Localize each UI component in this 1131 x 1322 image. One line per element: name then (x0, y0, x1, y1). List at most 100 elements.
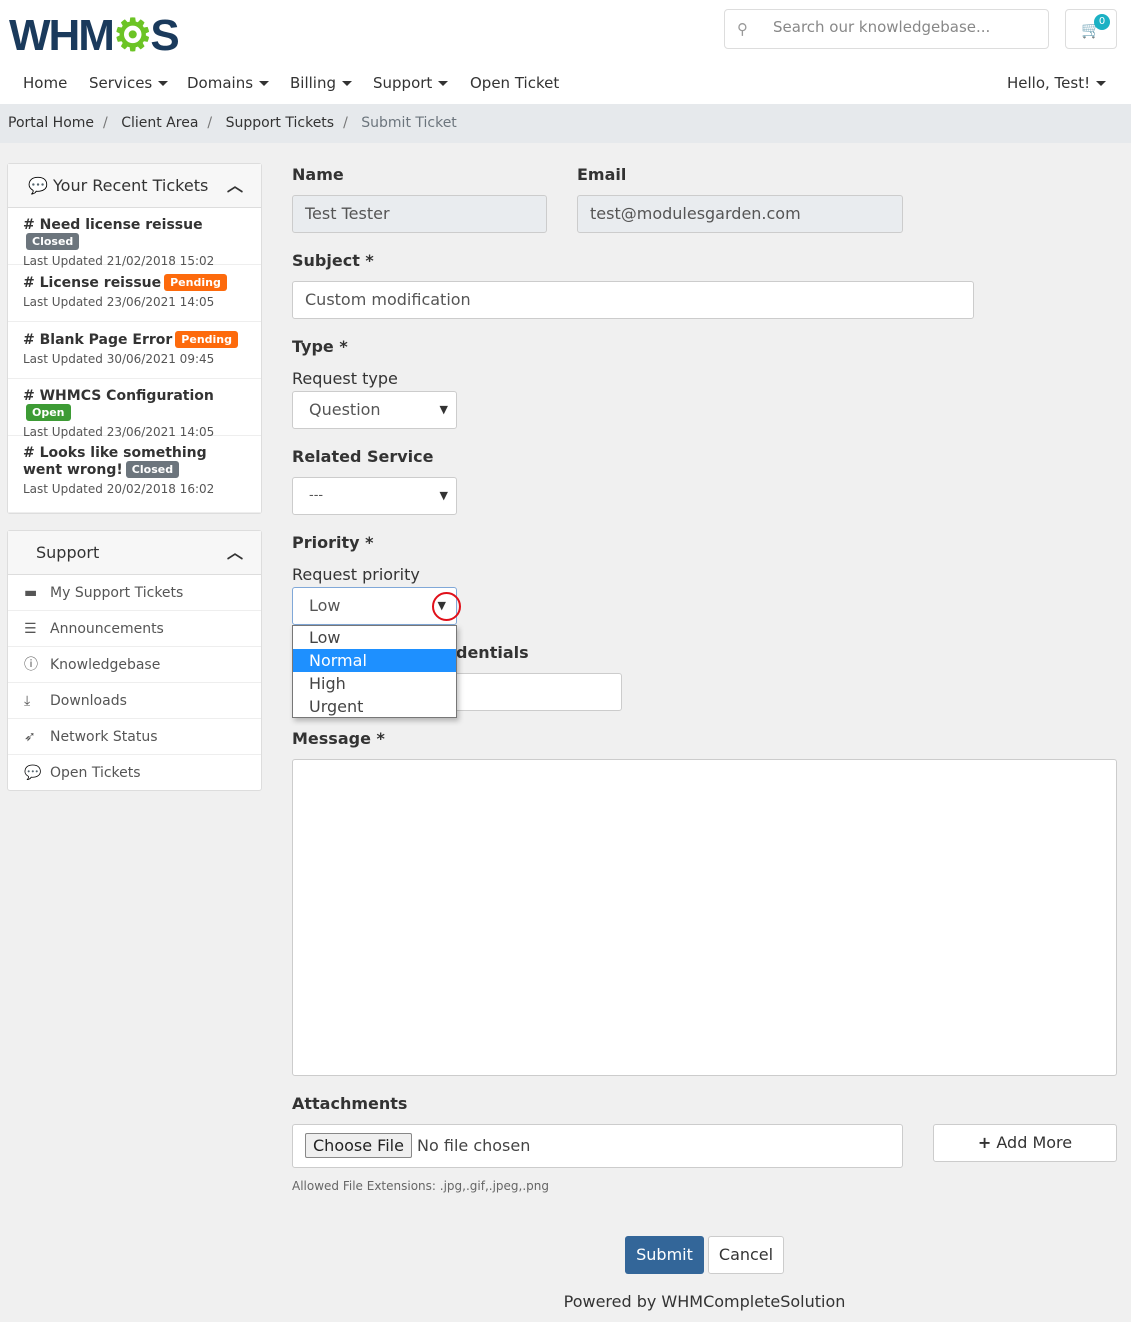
allowed-extensions: Allowed File Extensions: .jpg,.gif,.jpeg… (292, 1179, 549, 1193)
email-field[interactable]: test@modulesgarden.com (577, 195, 903, 233)
related-service-label: Related Service (292, 447, 434, 466)
user-menu[interactable]: Hello, Test! (1007, 74, 1107, 92)
whmcs-logo[interactable]: WHM⚙S (9, 10, 180, 61)
footer-powered-by[interactable]: Powered by WHMCompleteSolution (0, 1292, 1131, 1311)
ticket-icon: ▬ (24, 585, 38, 601)
caret-down-icon (1096, 81, 1107, 86)
priority-option[interactable]: High (293, 672, 456, 695)
support-item[interactable]: ▬ My Support Tickets (8, 575, 261, 611)
ticket-item[interactable]: # Blank Page Error Pending Last Updated 30… (8, 322, 261, 379)
ticket-updated: Last Updated 23/06/2021 14:05 (23, 295, 215, 309)
support-item[interactable]: ⓘ Knowledgebase (8, 647, 261, 683)
highlight-circle (432, 592, 461, 621)
name-field[interactable]: Test Tester (292, 195, 547, 233)
nav-label: Domains (187, 74, 254, 92)
breadcrumb: Portal Home / Client Area / Support Ticket… (0, 104, 1131, 143)
list-icon: ☰ (24, 621, 37, 637)
chevron-up-icon[interactable]: ︿ (227, 531, 243, 575)
related-service-select[interactable]: --- ▼ (292, 477, 457, 515)
knowledgebase-search[interactable]: ⚲ (724, 9, 1049, 49)
comments-icon: 💬 (24, 765, 42, 781)
support-item[interactable]: ☰ Announcements (8, 611, 261, 647)
support-item-label: My Support Tickets (50, 585, 184, 601)
panel-title: Support (36, 543, 100, 562)
ticket-item[interactable]: # License reissue Pending Last Updated 23/… (8, 265, 261, 322)
select-value: --- (309, 488, 324, 503)
ticket-updated: Last Updated 21/02/2018 15:02 (23, 254, 215, 268)
plus-icon: + (977, 1133, 992, 1152)
request-priority-label: Request priority (292, 565, 420, 584)
chevron-down-icon: ▼ (439, 403, 448, 416)
file-input[interactable]: Choose File No file chosen (292, 1124, 903, 1168)
nav-home[interactable]: Home (23, 74, 67, 92)
credentials-input[interactable] (440, 673, 622, 711)
nav-support[interactable]: Support (373, 74, 449, 92)
type-label: Type * (292, 337, 348, 356)
status-badge: Closed (26, 233, 80, 250)
download-icon: ⤓ (24, 693, 31, 709)
no-file-text: No file chosen (417, 1136, 531, 1155)
crumb-client-area[interactable]: Client Area (121, 115, 198, 131)
search-icon: ⚲ (737, 20, 748, 38)
ticket-item[interactable]: # Looks like something went wrong! Closed… (8, 436, 261, 513)
caret-down-icon (259, 81, 270, 86)
request-type-label: Request type (292, 369, 398, 388)
caret-down-icon (342, 81, 352, 86)
search-input[interactable] (773, 18, 1033, 36)
ticket-updated: Last Updated 20/02/2018 16:02 (23, 482, 215, 496)
support-item-label: Open Tickets (50, 765, 141, 781)
add-more-button[interactable]: + Add More (933, 1124, 1117, 1162)
crumb-support-tickets[interactable]: Support Tickets (226, 115, 335, 131)
support-item[interactable]: ➶ Network Status (8, 719, 261, 755)
support-item[interactable]: ⤓ Downloads (8, 683, 261, 719)
request-type-select[interactable]: Question ▼ (292, 391, 457, 429)
select-value: Question (309, 400, 381, 419)
support-item-label: Downloads (50, 693, 127, 709)
priority-dropdown-list: Low Normal High Urgent (292, 625, 457, 718)
comments-icon: 💬 (28, 176, 48, 195)
support-item[interactable]: 💬 Open Tickets (8, 755, 261, 791)
submit-button[interactable]: Submit (625, 1236, 704, 1274)
message-textarea[interactable] (292, 759, 1117, 1076)
panel-title: Your Recent Tickets (53, 176, 209, 195)
button-label: Add More (996, 1133, 1073, 1152)
cancel-button[interactable]: Cancel (708, 1236, 784, 1274)
caret-down-icon (438, 81, 449, 86)
ticket-title: # Need license reissueClosed (23, 217, 203, 250)
ticket-item[interactable]: # WHMCS ConfigurationOpen Last Updated 23… (8, 379, 261, 439)
ticket-updated: Last Updated 30/06/2021 09:45 (23, 352, 215, 366)
chevron-up-icon[interactable]: ︿ (227, 164, 243, 208)
header: WHM⚙S ⚲ 🛒0 Home Services Domains Billing… (0, 0, 1131, 104)
cart-button[interactable]: 🛒 0 (1065, 9, 1117, 49)
nav-services[interactable]: Services (89, 74, 169, 92)
priority-option[interactable]: Normal (293, 649, 456, 672)
cart-count: 0 (1094, 14, 1110, 30)
status-badge: Pending (175, 331, 238, 348)
priority-option[interactable]: Urgent (293, 695, 456, 718)
status-badge: Closed (125, 461, 180, 478)
select-value: Low (309, 596, 341, 615)
support-item-label: Knowledgebase (50, 657, 161, 673)
name-label: Name (292, 165, 344, 184)
nav-open-ticket[interactable]: Open Ticket (470, 74, 559, 92)
ticket-title: # License reissue Pending (23, 274, 246, 291)
recent-tickets-header[interactable]: 💬 Your Recent Tickets ︿ (8, 164, 261, 208)
nav-billing[interactable]: Billing (290, 74, 352, 92)
recent-tickets-panel: 💬 Your Recent Tickets ︿ # Need license re… (7, 163, 262, 514)
nav-domains[interactable]: Domains (187, 74, 270, 92)
support-item-label: Announcements (50, 621, 164, 637)
email-label: Email (577, 165, 627, 184)
subject-input[interactable]: Custom modification (292, 281, 974, 319)
ticket-title: # WHMCS ConfigurationOpen (23, 388, 214, 421)
priority-option[interactable]: Low (293, 626, 456, 649)
nav-label: Support (373, 74, 433, 92)
support-item-label: Network Status (50, 729, 158, 745)
priority-label: Priority * (292, 533, 374, 552)
crumb-portal-home[interactable]: Portal Home (8, 115, 94, 131)
ticket-item[interactable]: # Need license reissueClosed Last Updated… (8, 208, 261, 268)
support-header[interactable]: Support ︿ (8, 531, 261, 575)
info-icon: ⓘ (24, 657, 38, 673)
caret-down-icon (158, 81, 169, 86)
choose-file-button[interactable]: Choose File (305, 1133, 412, 1158)
ticket-title: # Blank Page Error Pending (23, 331, 246, 348)
